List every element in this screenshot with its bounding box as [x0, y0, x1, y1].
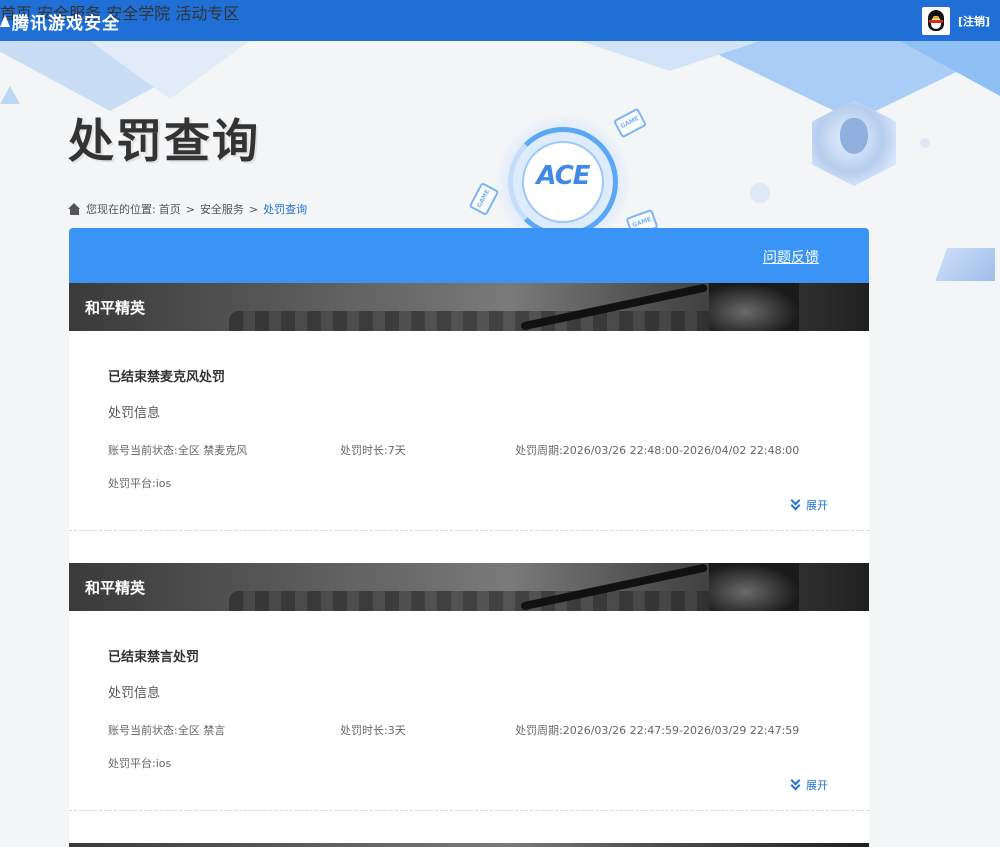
page-title: 处罚查询: [68, 114, 260, 168]
character-portrait-small: [935, 248, 995, 281]
penalty-duration: 处罚时长:3天: [340, 724, 406, 737]
home-icon: [68, 203, 81, 215]
game-name: 和平精英: [85, 299, 146, 317]
ace-logo-text: ACE: [536, 161, 590, 191]
penalty-record: 已结束禁言处罚 处罚信息 账号当前状态:全区 禁言 处罚时长:3天 处罚周期:2…: [69, 611, 869, 811]
panel-header: 问题反馈: [69, 228, 869, 283]
record-subtitle: 处罚信息: [108, 686, 161, 701]
game-name: 和平精英: [85, 579, 146, 597]
decor-dot: [920, 138, 930, 148]
record-subtitle: 处罚信息: [108, 406, 161, 421]
record-title: 已结束禁麦克风处罚: [108, 370, 226, 385]
chevron-down-icon: [789, 775, 803, 791]
decor-triangle: [90, 41, 250, 99]
game-banner: 和平精英: [69, 563, 869, 611]
game-banner-partial: [69, 843, 869, 847]
expand-label: 展开: [806, 499, 828, 512]
nav-events[interactable]: 活动专区: [175, 4, 239, 23]
record-spacer: [69, 531, 869, 563]
decor-dot: [750, 183, 770, 203]
penalty-period: 处罚周期:2026/03/26 22:48:00-2026/04/02 22:4…: [515, 444, 800, 457]
expand-button[interactable]: 展开: [789, 775, 828, 793]
breadcrumb-security-services[interactable]: 安全服务: [200, 201, 244, 217]
expand-label: 展开: [806, 779, 828, 792]
account-status: 账号当前状态:全区 禁言: [108, 724, 226, 737]
game-tag-icon: GAME: [612, 107, 648, 139]
breadcrumb-home[interactable]: 首页: [159, 201, 181, 217]
tencent-game-security-logo[interactable]: 腾讯游戏安全: [0, 8, 120, 34]
qq-avatar-icon[interactable]: [922, 7, 950, 35]
record-title: 已结束禁言处罚: [108, 650, 200, 665]
decor-triangle: [580, 41, 760, 71]
logo-text: 腾讯游戏安全: [12, 13, 120, 34]
logout-link[interactable]: [注销]: [958, 13, 990, 29]
game-tag-icon: GAME: [468, 181, 500, 217]
penalty-period: 处罚周期:2026/03/26 22:47:59-2026/03/29 22:4…: [515, 724, 800, 737]
decor-triangle: [0, 86, 20, 104]
breadcrumb-separator: >: [248, 202, 259, 216]
feedback-link[interactable]: 问题反馈: [763, 247, 819, 267]
decor-triangle: [900, 41, 1000, 96]
penalty-platform: 处罚平台:ios: [108, 477, 172, 490]
penalty-duration: 处罚时长:7天: [340, 444, 406, 457]
record-spacer: [69, 811, 869, 843]
penalty-record: 已结束禁麦克风处罚 处罚信息 账号当前状态:全区 禁麦克风 处罚时长:7天 处罚…: [69, 331, 869, 531]
penalty-platform: 处罚平台:ios: [108, 757, 172, 770]
account-status: 账号当前状态:全区 禁麦克风: [108, 444, 248, 457]
game-banner: 和平精英: [69, 283, 869, 331]
chevron-down-icon: [789, 495, 803, 511]
expand-button[interactable]: 展开: [789, 495, 828, 513]
logo-icon: [0, 13, 10, 29]
breadcrumb-prefix: 您现在的位置:: [86, 203, 156, 216]
breadcrumb: 您现在的位置: 首页 > 安全服务 > 处罚查询: [68, 201, 307, 217]
breadcrumb-current: 处罚查询: [263, 203, 308, 216]
penalty-panel: 问题反馈 和平精英 已结束禁麦克风处罚 处罚信息 账号当前状态:全区 禁麦克风 …: [69, 228, 869, 847]
breadcrumb-separator: >: [185, 202, 195, 216]
top-navigation-bar: 腾讯游戏安全 首页 安全服务 安全学院 活动专区 [注销]: [0, 0, 1000, 41]
